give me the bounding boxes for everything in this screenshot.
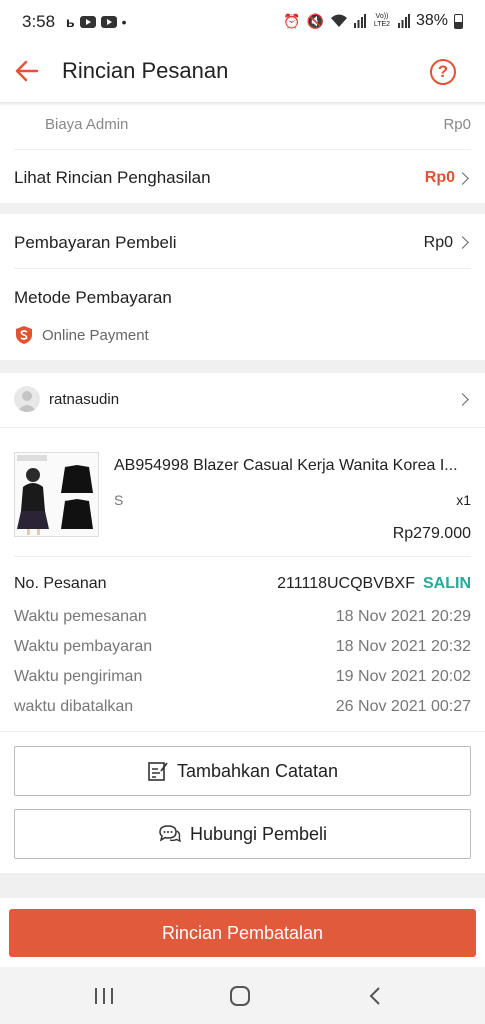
home-icon[interactable] — [229, 985, 251, 1007]
chevron-right-icon — [456, 393, 469, 406]
help-icon[interactable]: ? — [430, 59, 456, 85]
cancel-detail-label: Rincian Pembatalan — [161, 922, 324, 943]
shipping-time-label: Waktu pengiriman — [14, 668, 143, 685]
status-right: ⏰ 🔇 Vo)) LTE2 38% — [283, 12, 463, 30]
add-note-button[interactable]: Tambahkan Catatan — [14, 746, 471, 796]
cancel-time-value: 26 Nov 2021 00:27 — [335, 698, 471, 715]
contact-buyer-button[interactable]: Hubungi Pembeli — [14, 809, 471, 859]
product-variant: S — [114, 492, 124, 508]
income-section: Biaya Admin Rp0 Lihat Rincian Penghasila… — [0, 106, 485, 203]
notification-icons: ь • — [66, 14, 127, 30]
note-icon — [148, 762, 168, 781]
buyer-payment-label: Pembayaran Pembeli — [14, 233, 177, 252]
system-nav-bar — [0, 967, 485, 1024]
income-detail-row[interactable]: Lihat Rincian Penghasilan Rp0 — [0, 150, 485, 203]
order-time-value: 18 Nov 2021 20:29 — [335, 608, 471, 625]
admin-fee-value: Rp0 — [443, 116, 471, 133]
battery-icon — [454, 13, 463, 29]
page-title: Rincian Pesanan — [62, 58, 229, 83]
volte-icon: Vo)) LTE2 — [373, 13, 391, 28]
income-detail-value: Rp0 — [424, 169, 455, 186]
battery-percent: 38% — [415, 12, 448, 29]
recent-apps-icon[interactable] — [93, 986, 115, 1006]
user-icon — [17, 391, 37, 412]
cancel-time-label: waktu dibatalkan — [14, 698, 134, 715]
buyer-payment-row[interactable]: Pembayaran Pembeli Rp0 — [0, 214, 485, 268]
product-quantity: x1 — [456, 492, 471, 508]
payment-method-value: Online Payment — [42, 327, 149, 344]
status-bar: 3:58 ь • ⏰ 🔇 Vo)) LTE2 38% — [0, 0, 485, 44]
app-header: Rincian Pesanan ? — [0, 44, 485, 102]
payment-time-value: 18 Nov 2021 20:32 — [335, 638, 471, 655]
shield-icon — [16, 326, 32, 344]
signal-icon — [353, 14, 366, 28]
youtube-icon — [100, 16, 117, 28]
mute-icon: 🔇 — [306, 12, 324, 29]
copy-button[interactable]: SALIN — [423, 575, 471, 593]
chat-icon — [159, 825, 182, 843]
buyer-row[interactable]: ratnasudin — [0, 373, 485, 427]
product-thumbnail — [14, 452, 99, 537]
order-section: ratnasudin AB954998 Blazer Casual Kerja … — [0, 373, 485, 873]
product-name: AB954998 Blazer Casual Kerja Wanita Kore… — [114, 457, 458, 474]
avatar — [14, 386, 40, 412]
back-icon[interactable] — [368, 985, 384, 1007]
back-arrow-icon[interactable] — [12, 56, 42, 86]
income-detail-label: Lihat Rincian Penghasilan — [14, 168, 211, 187]
chevron-right-icon — [456, 172, 469, 185]
alarm-icon: ⏰ — [283, 12, 301, 29]
product-price: Rp279.000 — [392, 525, 471, 542]
order-number-value: 211118UCQBVBXF — [277, 575, 415, 592]
wifi-icon — [330, 14, 347, 27]
buyer-payment-value: Rp0 — [423, 234, 453, 251]
order-time-label: Waktu pemesanan — [14, 608, 147, 625]
product-item[interactable]: AB954998 Blazer Casual Kerja Wanita Kore… — [0, 445, 485, 555]
contact-buyer-label: Hubungi Pembeli — [189, 823, 328, 844]
payment-section: Pembayaran Pembeli Rp0 Metode Pembayaran… — [0, 214, 485, 360]
chevron-right-icon — [456, 236, 469, 249]
shipping-time-value: 19 Nov 2021 20:02 — [335, 668, 471, 685]
cancel-detail-button[interactable]: Rincian Pembatalan — [9, 909, 476, 957]
admin-fee-label: Biaya Admin — [45, 116, 129, 133]
buyer-username: ratnasudin — [49, 391, 120, 408]
add-note-label: Tambahkan Catatan — [176, 760, 339, 781]
order-number-label: No. Pesanan — [14, 575, 107, 592]
notification-app-icon: ь — [66, 14, 75, 30]
payment-time-label: Waktu pembayaran — [14, 638, 153, 655]
signal-icon — [397, 14, 410, 28]
payment-method-label: Metode Pembayaran — [14, 288, 172, 307]
more-notifications-icon: • — [121, 14, 127, 30]
youtube-icon — [79, 16, 96, 28]
status-time: 3:58 — [22, 12, 56, 31]
